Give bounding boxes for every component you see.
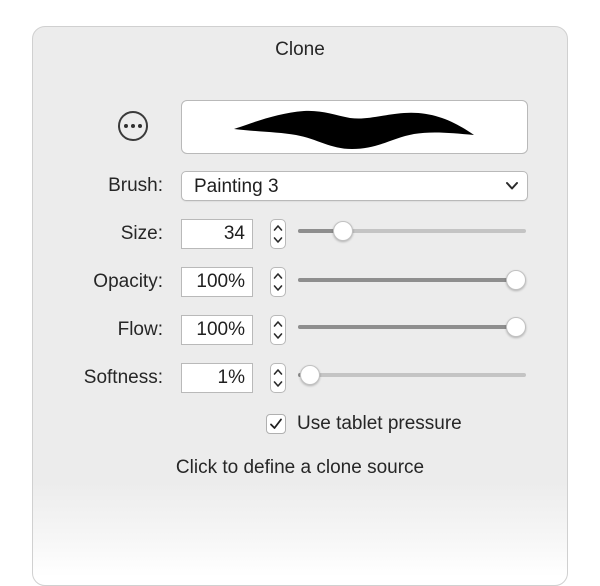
brush-select-value: Painting 3 [194,176,279,197]
ellipsis-dot [131,124,135,128]
opacity-slider[interactable] [298,269,526,291]
slider-fill [298,325,516,329]
flow-slider[interactable] [298,316,526,338]
flow-stepper[interactable] [270,315,286,345]
opacity-stepper[interactable] [270,267,286,297]
brush-stroke-shape [234,110,474,149]
panel-title: Clone [275,39,325,60]
size-field[interactable]: 34 [181,219,253,249]
slider-knob[interactable] [333,221,354,241]
slider-knob[interactable] [300,365,321,385]
softness-field[interactable]: 1% [181,363,253,393]
softness-slider[interactable] [298,364,526,386]
softness-label: Softness: [83,367,163,388]
size-stepper[interactable] [270,219,286,249]
ellipsis-circle-icon[interactable] [118,111,148,141]
flow-field[interactable]: 100% [181,315,253,345]
size-slider[interactable] [298,220,526,242]
tablet-pressure-checkbox[interactable] [266,414,286,434]
flow-label: Flow: [117,319,163,340]
slider-track [298,373,526,377]
softness-stepper[interactable] [270,363,286,393]
chevron-down-icon [506,182,518,190]
brush-label: Brush: [108,175,163,196]
opacity-label: Opacity: [93,271,163,292]
brush-stroke-preview [181,100,528,154]
ellipsis-dot [124,124,128,128]
stepper-arrows-icon [273,369,283,387]
clone-panel: Clone Brush: Painting 3 Size: 34 Opacity… [32,26,568,586]
stepper-arrows-icon [273,273,283,291]
slider-knob[interactable] [506,270,526,290]
opacity-field[interactable]: 100% [181,267,253,297]
size-label: Size: [120,223,163,244]
stepper-arrows-icon [273,321,283,339]
tablet-pressure-label[interactable]: Use tablet pressure [297,413,462,435]
slider-knob[interactable] [506,317,526,337]
clone-source-hint: Click to define a clone source [175,457,425,478]
brush-select[interactable]: Painting 3 [181,171,528,201]
checkmark-icon [270,418,282,429]
stepper-arrows-icon [273,225,283,243]
slider-fill [298,278,516,282]
ellipsis-dot [138,124,142,128]
